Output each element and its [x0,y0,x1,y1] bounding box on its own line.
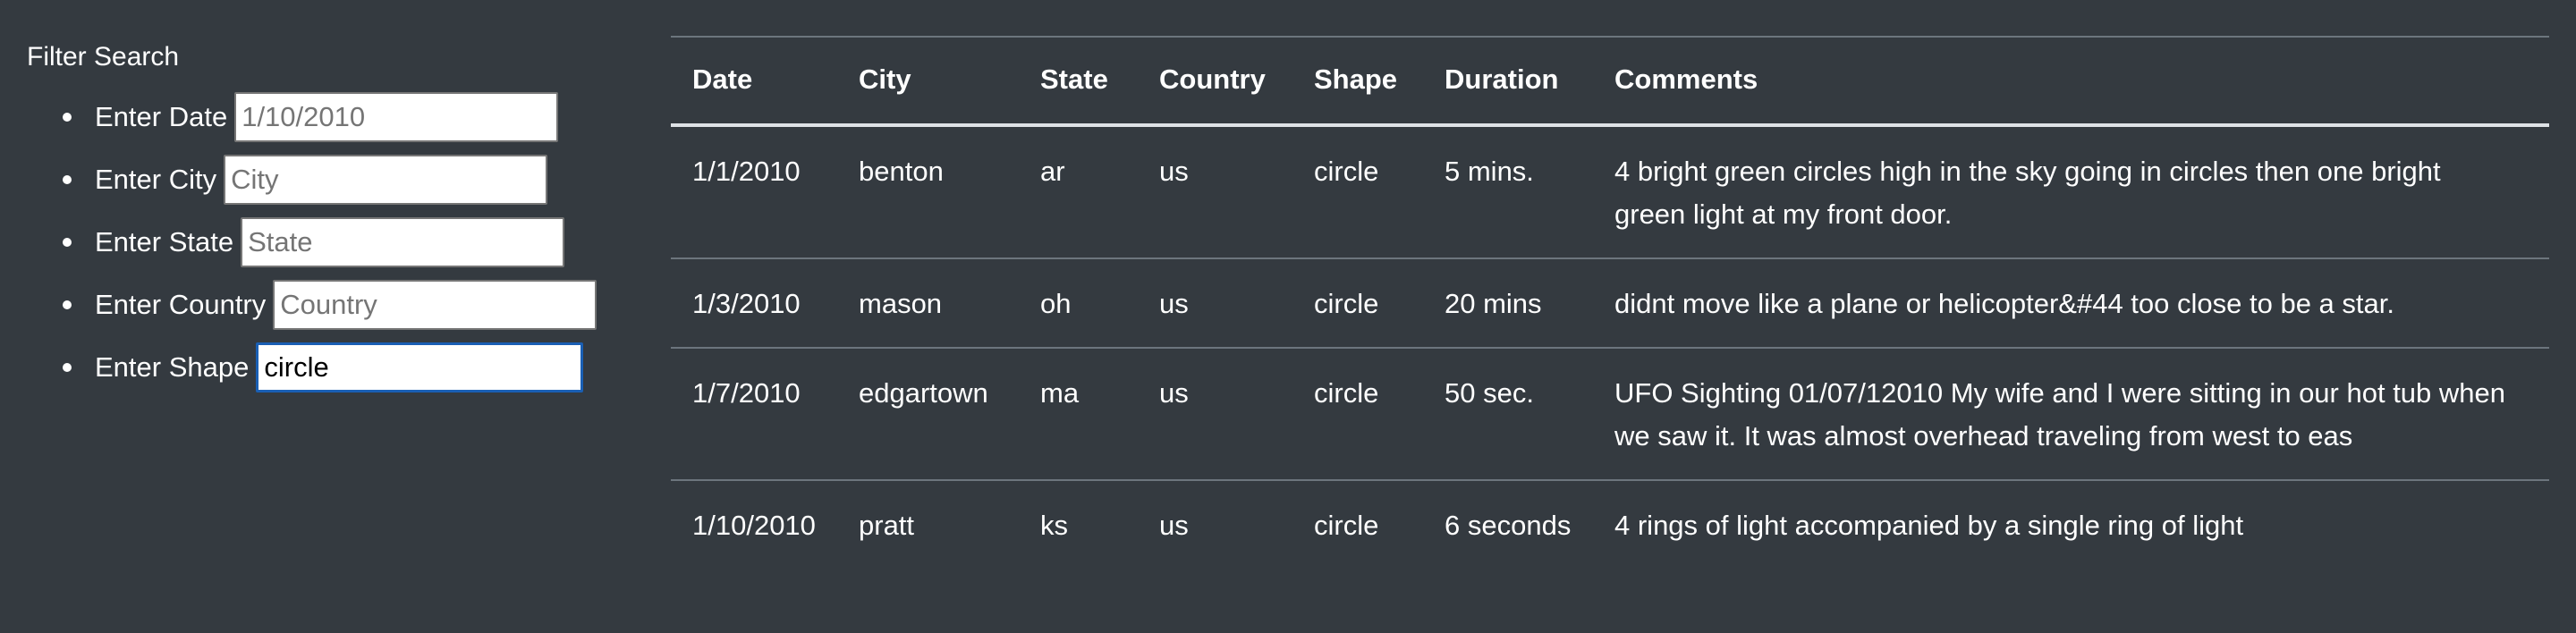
cell-comments: UFO Sighting 01/07/12010 My wife and I w… [1593,348,2549,481]
cell-city: mason [837,258,1019,349]
cell-shape: circle [1292,258,1423,349]
table-row: 1/3/2010 mason oh us circle 20 mins didn… [671,258,2549,349]
cell-duration: 20 mins [1423,258,1593,349]
table-row: 1/7/2010 edgartown ma us circle 50 sec. … [671,348,2549,481]
table-row: 1/10/2010 pratt ks us circle 6 seconds 4… [671,480,2549,569]
header-state: State [1019,36,1138,127]
bullet-icon [63,363,72,372]
table-row: 1/1/2010 benton ar us circle 5 mins. 4 b… [671,125,2549,259]
city-input[interactable] [224,155,548,205]
cell-duration: 6 seconds [1445,510,1572,541]
cell-shape: circle [1292,348,1423,481]
cell-comments: 4 bright green circles high in the sky g… [1593,125,2549,259]
header-country: Country [1138,36,1292,127]
country-input[interactable] [273,280,597,330]
cell-comments: didnt move like a plane or helicopter&#4… [1593,258,2549,349]
cell-shape: circle [1314,510,1379,541]
bullet-icon [63,300,72,309]
country-label: Enter Country [95,289,267,320]
date-input[interactable] [234,92,559,142]
filter-title: Filter Search [27,42,180,72]
filter-item-date: Enter Date [63,86,635,148]
filter-list: Enter Date Enter City Enter State Enter … [27,86,635,399]
page: Filter Search Enter Date Enter City Ente… [0,0,2576,633]
cell-date: 1/7/2010 [671,348,837,481]
header-city: City [837,36,1019,127]
cell-state: ks [1040,510,1068,541]
cell-city: benton [837,125,1019,259]
bullet-icon [63,175,72,184]
header-comments: Comments [1593,36,2549,127]
filter-item-shape: Enter Shape [63,336,635,399]
cell-shape: circle [1292,125,1423,259]
cell-city: edgartown [837,348,1019,481]
cell-duration: 5 mins. [1423,125,1593,259]
shape-input[interactable] [256,342,584,392]
bullet-icon [63,113,72,122]
state-input[interactable] [241,217,565,267]
shape-label: Enter Shape [95,351,250,383]
cell-duration: 50 sec. [1423,348,1593,481]
bullet-icon [63,238,72,247]
cell-city: pratt [859,510,915,541]
filter-item-country: Enter Country [63,274,635,336]
results-table-container: Date City State Country Shape Duration C… [671,36,2549,569]
cell-date: 1/3/2010 [671,258,837,349]
cell-date: 1/1/2010 [671,125,837,259]
filter-panel: Filter Search Enter Date Enter City Ente… [27,36,635,399]
table-header-row: Date City State Country Shape Duration C… [671,36,2549,127]
header-duration: Duration [1423,36,1593,127]
filter-item-city: Enter City [63,148,635,211]
header-shape: Shape [1292,36,1423,127]
cell-state: ar [1019,125,1138,259]
cell-country: us [1138,348,1292,481]
cell-country: us [1138,258,1292,349]
cell-state: ma [1019,348,1138,481]
filter-item-state: Enter State [63,211,635,274]
header-date: Date [671,36,837,127]
cell-date: 1/10/2010 [692,510,816,541]
date-label: Enter Date [95,101,228,132]
ufo-results-table: Date City State Country Shape Duration C… [671,36,2549,569]
cell-comments: 4 rings of light accompanied by a single… [1614,510,2244,541]
state-label: Enter State [95,226,234,257]
cell-state: oh [1019,258,1138,349]
city-label: Enter City [95,164,217,195]
cell-country: us [1138,125,1292,259]
cell-country: us [1159,510,1189,541]
